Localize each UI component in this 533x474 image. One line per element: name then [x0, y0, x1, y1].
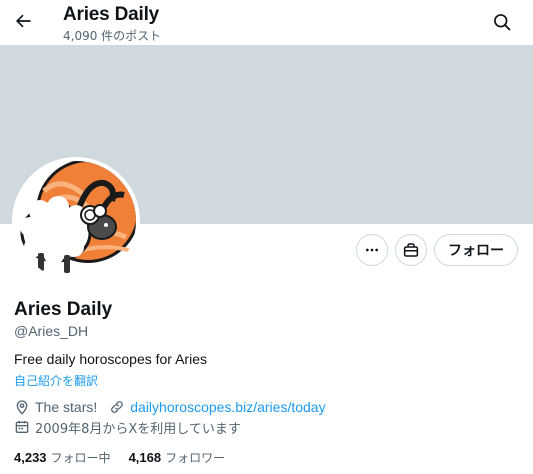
- profile-name: Aries Daily: [14, 299, 113, 320]
- profile-handle: @Aries_DH: [14, 323, 89, 339]
- following-label: フォロー中: [50, 451, 111, 465]
- search-button[interactable]: [488, 8, 516, 36]
- follow-button[interactable]: フォロー: [434, 234, 518, 266]
- title-block: Aries Daily 4,090 件のポスト: [63, 4, 161, 44]
- website-group: dailyhoroscopes.biz/aries/today: [109, 399, 326, 415]
- following-count: 4,233: [14, 450, 47, 465]
- follow-stats: 4,233 フォロー中 4,168 フォロワー: [14, 449, 225, 466]
- aries-ram-avatar-image: [16, 161, 136, 281]
- top-bar: Aries Daily 4,090 件のポスト: [0, 0, 533, 44]
- translate-bio-link[interactable]: 自己紹介を翻訳: [14, 372, 98, 389]
- search-icon: [494, 14, 511, 31]
- profile-bio: Free daily horoscopes for Aries: [14, 351, 207, 367]
- website-link[interactable]: dailyhoroscopes.biz/aries/today: [130, 399, 325, 415]
- followers-count: 4,168: [128, 450, 162, 465]
- link-icon: [111, 401, 124, 413]
- page-title: Aries Daily: [63, 4, 160, 25]
- profile-joined-date: 2009年8月からXを利用しています: [35, 421, 241, 437]
- profile-meta-row: The stars! dailyhoroscopes.biz/aries/tod…: [14, 398, 326, 416]
- more-button[interactable]: [356, 234, 388, 266]
- followers-stat[interactable]: 4,168 フォロワー: [129, 449, 226, 466]
- following-stat[interactable]: 4,233 フォロー中: [14, 449, 111, 466]
- profile-location: The stars!: [35, 399, 98, 415]
- profile-joined-row: 2009年8月からXを利用しています: [14, 418, 241, 437]
- avatar[interactable]: [12, 157, 140, 285]
- subscribe-icon: [403, 243, 419, 257]
- followers-label: フォロワー: [165, 451, 226, 465]
- subscribe-button[interactable]: [395, 234, 427, 266]
- calendar-icon: [15, 421, 29, 433]
- more-icon: [366, 248, 378, 252]
- post-count: 4,090 件のポスト: [63, 29, 162, 43]
- back-button[interactable]: [8, 6, 38, 36]
- location-icon: [16, 400, 28, 415]
- arrow-left-icon: [16, 14, 31, 28]
